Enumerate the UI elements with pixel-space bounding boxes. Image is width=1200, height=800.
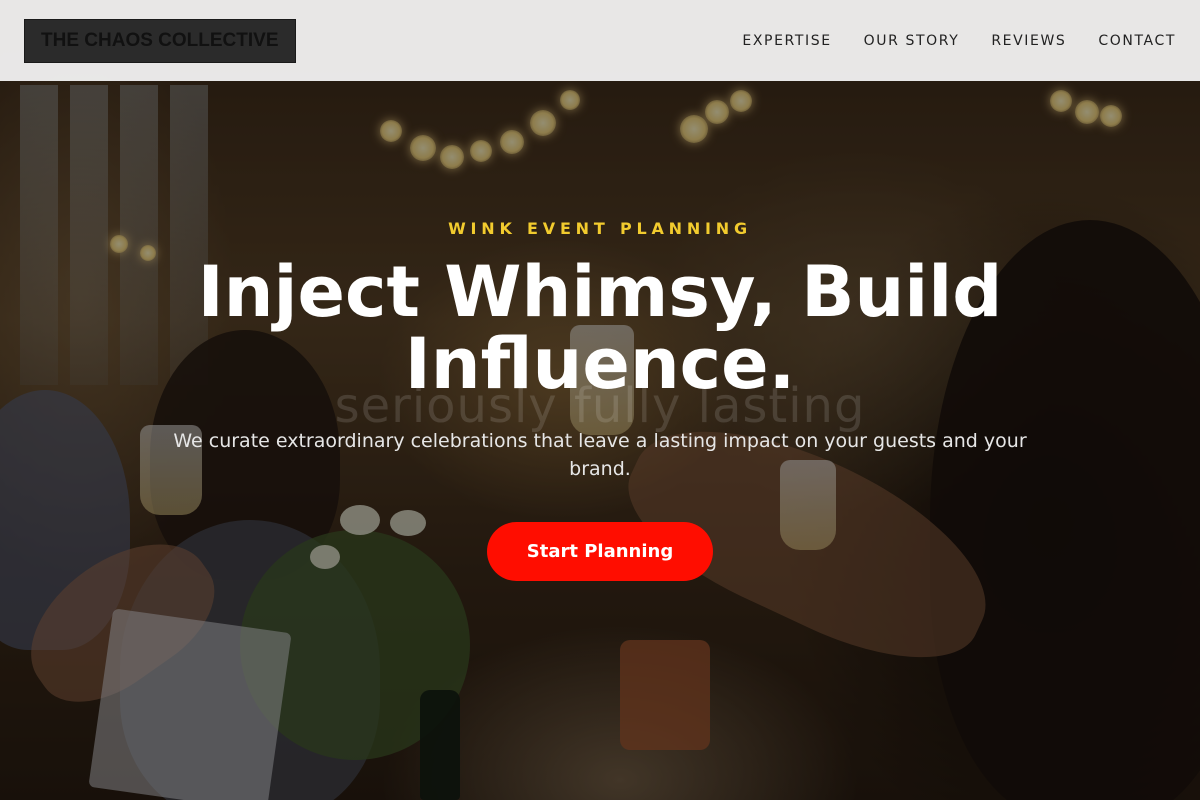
hero-subtitle: We curate extraordinary celebrations tha…	[173, 430, 1027, 480]
hero-ghost-text: seriously fully lasting	[334, 378, 866, 434]
hero-section: WINK EVENT PLANNING Inject Whimsy, Build…	[0, 0, 1200, 800]
start-planning-button[interactable]: Start Planning	[487, 522, 713, 581]
hero-eyebrow: WINK EVENT PLANNING	[448, 219, 752, 238]
